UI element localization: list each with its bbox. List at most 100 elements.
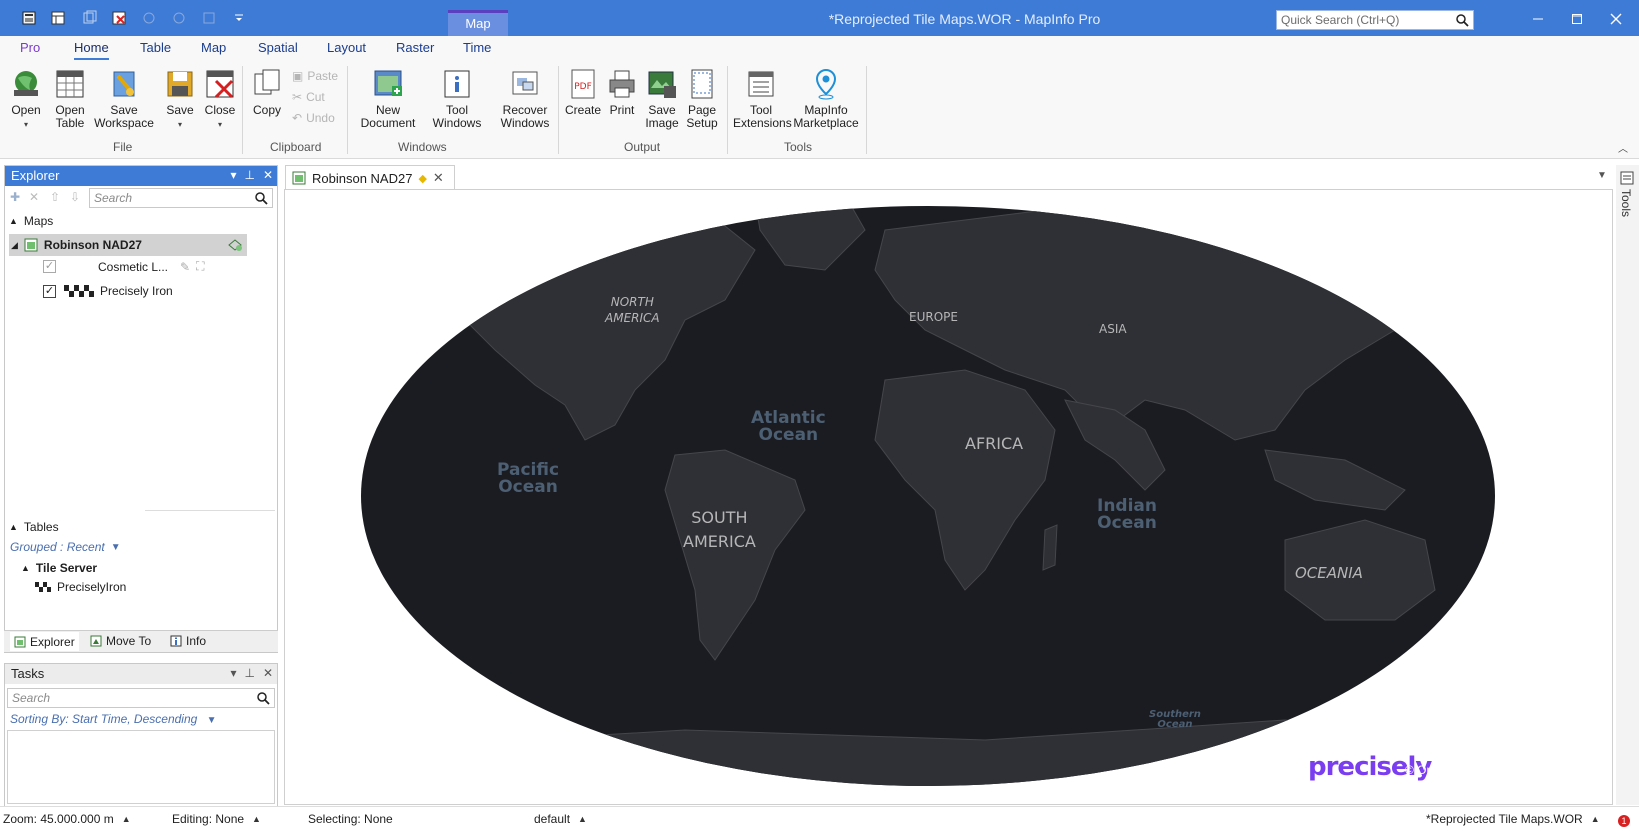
move-up-icon[interactable]: ⇧ <box>50 190 60 204</box>
tab-spatial[interactable]: Spatial <box>258 40 298 55</box>
pin-icon[interactable]: ⊥ <box>244 666 254 680</box>
layer-row-precisely-iron[interactable]: ✓ Precisely Iron <box>43 284 173 298</box>
map-canvas[interactable] <box>285 190 1613 805</box>
layer-visibility-checkbox[interactable]: ✓ <box>43 284 56 298</box>
close-table-icon <box>206 70 234 99</box>
maps-section-header[interactable]: ▲ Maps <box>9 214 53 228</box>
open-button[interactable]: Open ▾ <box>8 68 44 131</box>
pdf-icon: PDF <box>571 69 595 99</box>
map-window[interactable]: NORTH AMERICA EUROPE ASIA Atlantic Ocean… <box>284 189 1613 805</box>
edit-pencil-icon[interactable]: ✎ <box>180 260 190 274</box>
save-workspace-label: Save Workspace <box>94 103 154 130</box>
tab-pro[interactable]: Pro <box>20 40 40 55</box>
save-image-button[interactable]: Save Image <box>642 68 682 130</box>
map-item-robinson[interactable]: ◢ Robinson NAD27 <box>9 234 247 256</box>
pin-icon[interactable]: ⊥ <box>244 168 254 182</box>
document-tab-title: Robinson NAD27 <box>312 170 413 186</box>
collapse-ribbon-icon[interactable]: ︿ <box>1618 140 1628 155</box>
map-options-icon[interactable] <box>227 238 243 252</box>
minimize-button[interactable] <box>1523 8 1553 30</box>
close-tab-icon[interactable]: ✕ <box>433 170 444 186</box>
expand-icon[interactable]: ◢ <box>11 240 18 251</box>
tasks-sorting-dropdown[interactable]: Sorting By: Start Time, Descending ▼ <box>10 712 217 726</box>
splitter[interactable] <box>145 510 275 511</box>
tab-table[interactable]: Table <box>140 40 171 55</box>
tab-layout[interactable]: Layout <box>327 40 366 55</box>
add-icon[interactable]: ✚ <box>10 190 20 204</box>
grouping-dropdown[interactable]: Grouped : Recent ▼ <box>10 540 121 554</box>
status-zoom[interactable]: Zoom: 45.000.000 m ▲ <box>3 812 131 826</box>
save-workspace-button[interactable]: Save Workspace <box>92 68 156 130</box>
new-document-button[interactable]: New Document <box>355 68 421 130</box>
workspace-label: *Reprojected Tile Maps.WOR <box>1426 812 1583 826</box>
recover-windows-button[interactable]: Recover Windows <box>497 68 553 130</box>
collapse-icon[interactable]: ▲ <box>9 522 18 532</box>
group-separator <box>558 66 559 154</box>
tool-extensions-button[interactable]: Tool Extensions <box>733 68 792 130</box>
panel-dropdown-icon[interactable]: ▾ <box>230 168 236 182</box>
layer-row-cosmetic[interactable]: ✓ Cosmetic L... ✎ ⛶ <box>43 259 205 274</box>
collapse-icon[interactable]: ▲ <box>21 563 30 573</box>
paste-button[interactable]: ▣ Paste <box>292 69 338 83</box>
remove-icon[interactable]: ✕ <box>29 190 39 204</box>
search-icon[interactable] <box>254 191 268 205</box>
page-setup-button[interactable]: Page Setup <box>682 68 722 130</box>
tab-raster[interactable]: Raster <box>396 40 434 55</box>
close-button[interactable]: Close ▾ <box>202 68 238 131</box>
new-document-icon <box>374 70 402 96</box>
mapinfo-marketplace-button[interactable]: MapInfo Marketplace <box>793 68 859 130</box>
document-tab-robinson[interactable]: Robinson NAD27 ◆ ✕ <box>285 165 455 190</box>
tab-move-to-label: Move To <box>106 634 152 648</box>
status-editing[interactable]: Editing: None ▲ <box>172 812 261 826</box>
chevron-up-icon: ▲ <box>252 814 261 824</box>
maximize-button[interactable] <box>1562 8 1592 30</box>
tool-windows-button[interactable]: Tool Windows <box>427 68 487 130</box>
layer-visibility-checkbox[interactable]: ✓ <box>43 260 56 273</box>
search-icon[interactable] <box>256 691 270 705</box>
group-label-file: File <box>113 140 133 154</box>
save-label: Save <box>166 103 194 117</box>
cut-label: Cut <box>306 90 325 104</box>
quick-search-input[interactable]: Quick Search (Ctrl+Q) <box>1276 10 1474 30</box>
move-down-icon[interactable]: ⇩ <box>70 190 80 204</box>
tab-home[interactable]: Home <box>74 40 109 60</box>
panel-close-icon[interactable]: ✕ <box>263 666 273 680</box>
explorer-header: Explorer ▾ ⊥ ✕ <box>5 166 277 186</box>
explorer-title: Explorer <box>11 168 60 183</box>
print-button[interactable]: Print <box>604 68 640 117</box>
close-window-button[interactable] <box>1601 8 1631 30</box>
tasks-search-input[interactable]: Search <box>7 688 275 708</box>
status-workspace[interactable]: *Reprojected Tile Maps.WOR ▲ <box>1426 812 1600 826</box>
notification-badge[interactable]: 1 <box>1618 815 1630 827</box>
tab-time[interactable]: Time <box>463 40 491 55</box>
undo-button[interactable]: ↶ Undo <box>292 111 335 125</box>
tools-side-panel[interactable]: Tools <box>1616 165 1639 805</box>
label-europe: EUROPE <box>909 310 958 324</box>
collapse-icon[interactable]: ▲ <box>9 216 18 226</box>
group-label-output: Output <box>624 140 661 154</box>
status-default[interactable]: default ▲ <box>534 812 587 826</box>
save-button[interactable]: Save ▾ <box>162 68 198 131</box>
tab-move-to[interactable]: Move To <box>90 634 151 648</box>
table-group-tile-server[interactable]: ▲ Tile Server <box>21 561 97 575</box>
panel-close-icon[interactable]: ✕ <box>263 168 273 182</box>
tables-section-header[interactable]: ▲ Tables <box>9 520 59 534</box>
open-table-button[interactable]: Open Table <box>50 68 90 130</box>
tab-info[interactable]: Info <box>170 634 206 648</box>
panel-dropdown-icon[interactable]: ▾ <box>230 666 236 680</box>
tab-explorer[interactable]: Explorer <box>10 632 79 651</box>
document-list-dropdown-icon[interactable]: ▼ <box>1597 170 1607 181</box>
save-image-icon <box>648 71 676 98</box>
tasks-panel: Tasks ▾ ⊥ ✕ Search Sorting By: Start Tim… <box>4 663 278 808</box>
table-item-preciselyiron[interactable]: PreciselyIron <box>35 580 126 594</box>
copy-button[interactable]: Copy <box>250 68 284 117</box>
tab-map[interactable]: Map <box>201 40 226 55</box>
selectable-icon[interactable]: ⛶ <box>196 259 204 274</box>
search-icon[interactable] <box>1455 13 1469 27</box>
explorer-panel: Explorer ▾ ⊥ ✕ ✚ ✕ ⇧ ⇩ Search ▲ Maps ◢ R… <box>4 165 278 653</box>
create-pdf-button[interactable]: PDF Create <box>564 68 602 117</box>
chevron-up-icon: ▲ <box>121 814 131 824</box>
explorer-search-input[interactable]: Search <box>89 188 273 208</box>
status-selecting[interactable]: Selecting: None <box>308 812 393 826</box>
cut-button[interactable]: ✂ Cut <box>292 90 325 104</box>
